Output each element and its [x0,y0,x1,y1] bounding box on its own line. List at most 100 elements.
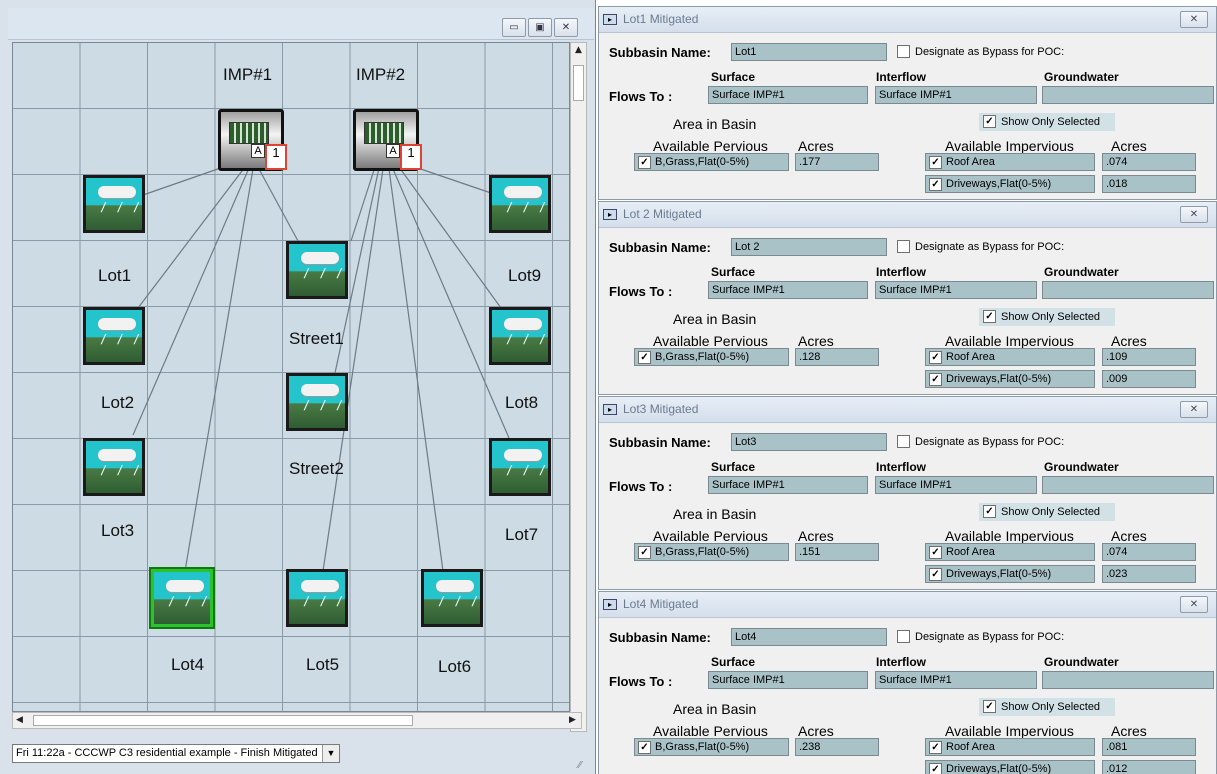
surface-field[interactable]: Surface IMP#1 [708,86,868,104]
lot6-label: Lot6 [438,657,472,676]
pervious-item-check[interactable]: ✓ [638,156,651,169]
close-button[interactable]: ✕ [1180,596,1208,613]
roof-area-check[interactable]: ✓ [929,741,942,754]
show-only-selected-check[interactable]: ✓ [983,115,996,128]
panel-titlebar: ▸ Lot1 Mitigated ✕ [599,7,1216,33]
surface-field[interactable]: Surface IMP#1 [708,281,868,299]
driveways-check[interactable]: ✓ [929,568,942,581]
pervious-acres-field[interactable]: .128 [795,348,879,366]
vertical-scroll-thumb[interactable] [573,65,584,101]
close-button[interactable]: ✕ [1180,11,1208,28]
roof-area-checkbox[interactable]: ✓ Roof Area [925,348,1095,366]
bypass-check[interactable] [897,435,910,448]
bypass-check[interactable] [897,630,910,643]
subbasin-name-field[interactable]: Lot1 [731,43,887,61]
lot3-node[interactable]: / / / [83,438,145,496]
interflow-field[interactable]: Surface IMP#1 [875,476,1037,494]
lot6-node[interactable]: / / / [421,569,483,627]
groundwater-field[interactable] [1042,476,1214,494]
show-only-selected-check[interactable]: ✓ [983,700,996,713]
driveways-checkbox[interactable]: ✓ Driveways,Flat(0-5%) [925,565,1095,583]
scroll-left-icon[interactable]: ◀ [16,715,23,725]
scenario-select[interactable]: Fri 11:22a - CCCWP C3 residential exampl… [12,744,340,763]
close-button[interactable]: ✕ [1180,206,1208,223]
bypass-check[interactable] [897,240,910,253]
roof-acres-field[interactable]: .109 [1102,348,1196,366]
groundwater-field[interactable] [1042,671,1214,689]
schematic-canvas[interactable]: A 1 A 1 IMP#1 IMP#2 / / / / / / / / / / … [12,42,570,712]
bypass-check[interactable] [897,45,910,58]
interflow-field[interactable]: Surface IMP#1 [875,671,1037,689]
roof-acres-field[interactable]: .074 [1102,543,1196,561]
driveways-check[interactable]: ✓ [929,178,942,191]
roof-area-checkbox[interactable]: ✓ Roof Area [925,543,1095,561]
scroll-right-icon[interactable]: ▶ [569,715,576,725]
roof-area-check[interactable]: ✓ [929,156,942,169]
lot9-node[interactable]: / / / [489,175,551,233]
driveway-acres-field[interactable]: .018 [1102,175,1196,193]
roof-acres-field[interactable]: .074 [1102,153,1196,171]
lot2-node[interactable]: / / / [83,307,145,365]
show-only-selected-checkbox[interactable]: ✓ Show Only Selected [979,503,1115,521]
pervious-acres-field[interactable]: .177 [795,153,879,171]
interflow-field[interactable]: Surface IMP#1 [875,86,1037,104]
subbasin-name-field[interactable]: Lot4 [731,628,887,646]
driveway-acres-field[interactable]: .012 [1102,760,1196,774]
imp1-node[interactable]: A 1 [218,109,287,171]
scroll-up-icon[interactable]: ▲ [575,45,582,55]
lot7-node[interactable]: / / / [489,438,551,496]
pervious-acres-field[interactable]: .238 [795,738,879,756]
pervious-item-check[interactable]: ✓ [638,546,651,559]
lot5-node[interactable]: / / / [286,569,348,627]
show-only-selected-check[interactable]: ✓ [983,310,996,323]
driveway-acres-field[interactable]: .023 [1102,565,1196,583]
subbasin-name-field[interactable]: Lot 2 [731,238,887,256]
show-only-selected-checkbox[interactable]: ✓ Show Only Selected [979,308,1115,326]
chevron-down-icon[interactable]: ▼ [322,745,339,762]
street1-node[interactable]: / / / [286,241,348,299]
pervious-item-check[interactable]: ✓ [638,741,651,754]
roof-area-check[interactable]: ✓ [929,546,942,559]
surface-field[interactable]: Surface IMP#1 [708,671,868,689]
pervious-acres-field[interactable]: .151 [795,543,879,561]
maximize-button[interactable]: ▣ [528,18,552,37]
street2-node[interactable]: / / / [286,373,348,431]
minimize-button[interactable]: ▭ [502,18,526,37]
lot4-node[interactable]: / / / [151,569,213,627]
driveways-check[interactable]: ✓ [929,373,942,386]
available-impervious-header: Available Impervious [945,528,1074,544]
roof-area-check[interactable]: ✓ [929,351,942,364]
close-button[interactable]: ✕ [1180,401,1208,418]
vertical-scrollbar[interactable]: ▲ ▼ [570,42,587,732]
show-only-selected-check[interactable]: ✓ [983,505,996,518]
imp2-node[interactable]: A 1 [353,109,422,171]
pervious-item-check[interactable]: ✓ [638,351,651,364]
driveways-checkbox[interactable]: ✓ Driveways,Flat(0-5%) [925,370,1095,388]
driveways-check[interactable]: ✓ [929,763,942,774]
interflow-field[interactable]: Surface IMP#1 [875,281,1037,299]
resize-grip-icon[interactable]: ⁄⁄ [578,760,581,771]
horizontal-scroll-thumb[interactable] [33,715,413,726]
driveway-acres-field[interactable]: .009 [1102,370,1196,388]
show-only-selected-checkbox[interactable]: ✓ Show Only Selected [979,698,1115,716]
show-only-selected-checkbox[interactable]: ✓ Show Only Selected [979,113,1115,131]
lot1-node[interactable]: / / / [83,175,145,233]
impervious-acres-header: Acres [1111,723,1147,739]
roof-acres-field[interactable]: .081 [1102,738,1196,756]
lot8-node[interactable]: / / / [489,307,551,365]
surface-field[interactable]: Surface IMP#1 [708,476,868,494]
subbasin-name-field[interactable]: Lot3 [731,433,887,451]
driveways-checkbox[interactable]: ✓ Driveways,Flat(0-5%) [925,760,1095,774]
close-button[interactable]: ✕ [554,18,578,37]
horizontal-scrollbar[interactable]: ◀ ▶ [12,712,582,729]
driveways-checkbox[interactable]: ✓ Driveways,Flat(0-5%) [925,175,1095,193]
schematic-titlebar: ▭ ▣ ✕ [8,8,594,40]
pervious-item-checkbox[interactable]: ✓ B,Grass,Flat(0-5%) [634,738,789,756]
groundwater-field[interactable] [1042,281,1214,299]
pervious-item-checkbox[interactable]: ✓ B,Grass,Flat(0-5%) [634,543,789,561]
groundwater-field[interactable] [1042,86,1214,104]
roof-area-checkbox[interactable]: ✓ Roof Area [925,153,1095,171]
pervious-item-checkbox[interactable]: ✓ B,Grass,Flat(0-5%) [634,348,789,366]
pervious-item-checkbox[interactable]: ✓ B,Grass,Flat(0-5%) [634,153,789,171]
roof-area-checkbox[interactable]: ✓ Roof Area [925,738,1095,756]
